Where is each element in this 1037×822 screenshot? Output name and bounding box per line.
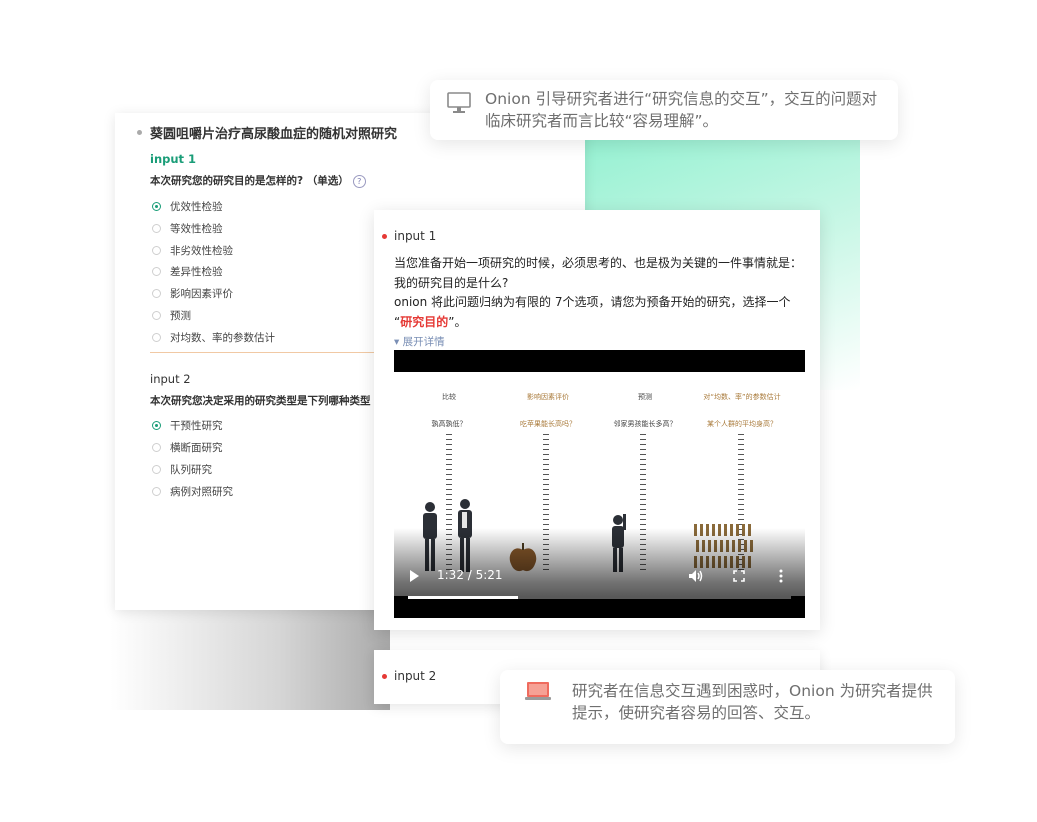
- red-dot-icon: [382, 673, 387, 679]
- play-icon[interactable]: [410, 570, 419, 582]
- bottom-callout-text: 研究者在信息交互遇到困惑时，Onion 为研究者提供提示，使研究者容易的回答、交…: [572, 682, 933, 722]
- fullscreen-icon[interactable]: [733, 570, 745, 582]
- video-controls: 1:32 / 5:21: [394, 558, 805, 618]
- option-label: 预测: [170, 310, 191, 322]
- radio-checked-icon[interactable]: [152, 421, 161, 430]
- option-label: 等效性检验: [170, 223, 223, 235]
- red-dot-icon: [382, 233, 387, 239]
- option-label: 差异性检验: [170, 266, 223, 278]
- study-title: 葵圆咀嚼片治疗高尿酸血症的随机对照研究: [150, 127, 398, 142]
- option-label: 优效性检验: [170, 201, 223, 213]
- laptop-icon: [525, 682, 551, 700]
- hint-input2-header: input 2: [382, 669, 436, 683]
- radio-option[interactable]: 对均数、率的参数估计: [152, 330, 275, 345]
- radio-icon[interactable]: [152, 487, 161, 496]
- bullet-dot: [137, 130, 142, 135]
- input1-question-text: 本次研究您的研究目的是怎样的? （单选）: [150, 175, 349, 187]
- input1-question: 本次研究您的研究目的是怎样的? （单选）?: [150, 173, 366, 188]
- video-col-question: 吃苹果能长高吗？: [520, 420, 576, 428]
- radio-option[interactable]: 等效性检验: [152, 221, 223, 236]
- hint-line1: 当您准备开始一项研究的时候，必须思考的、也是极为关键的一件事情就是：我的研究目的…: [394, 256, 803, 290]
- volume-icon[interactable]: [688, 569, 704, 583]
- input1-label: input 1: [150, 152, 197, 166]
- video-col-title: 对“均数、率”的参数估计: [703, 393, 781, 401]
- hint-line2: onion 将此问题归纳为有限的 7个选项，请您为预备开始的研究，选择一个 “研…: [394, 293, 804, 332]
- bottom-callout: 研究者在信息交互遇到困惑时，Onion 为研究者提供提示，使研究者容易的回答、交…: [500, 670, 955, 744]
- study-title-row: 葵圆咀嚼片治疗高尿酸血症的随机对照研究: [137, 123, 397, 142]
- hint-input1-header: input 1: [382, 229, 436, 243]
- video-col-question: 某个人群的平均身高？: [707, 420, 777, 428]
- option-label: 影响因素评价: [170, 288, 233, 300]
- radio-icon[interactable]: [152, 333, 161, 342]
- expand-label: 展开详情: [402, 336, 445, 348]
- video-col-title: 预测: [638, 393, 652, 401]
- option-label: 对均数、率的参数估计: [170, 332, 275, 344]
- hint-input2-label: input 2: [394, 669, 437, 683]
- more-options-icon[interactable]: [779, 569, 783, 583]
- option-label: 干预性研究: [170, 420, 223, 432]
- option-label: 病例对照研究: [170, 486, 233, 498]
- monitor-icon: [447, 92, 471, 113]
- option-label: 队列研究: [170, 464, 212, 476]
- help-icon[interactable]: ?: [352, 174, 366, 188]
- expand-details-link[interactable]: ▾ 展开详情: [394, 334, 445, 349]
- radio-icon[interactable]: [152, 443, 161, 452]
- radio-option[interactable]: 队列研究: [152, 462, 212, 477]
- video-col-question: 邻家男孩能长多高？: [613, 420, 677, 428]
- radio-option[interactable]: 病例对照研究: [152, 484, 233, 499]
- radio-icon[interactable]: [152, 246, 161, 255]
- input2-question: 本次研究您决定采用的研究类型是下列哪种类型: [150, 395, 371, 407]
- video-progress-fill: [408, 596, 518, 599]
- input2-label: input 2: [150, 372, 191, 386]
- radio-option[interactable]: 非劣效性检验: [152, 243, 233, 258]
- radio-icon[interactable]: [152, 311, 161, 320]
- radio-icon[interactable]: [152, 289, 161, 298]
- radio-option[interactable]: 干预性研究: [152, 418, 223, 433]
- radio-checked-icon[interactable]: [152, 202, 161, 211]
- option-label: 非劣效性检验: [170, 245, 233, 257]
- radio-option[interactable]: 优效性检验: [152, 199, 223, 214]
- radio-icon[interactable]: [152, 465, 161, 474]
- hint-line2-post: ”。: [448, 314, 467, 329]
- radio-icon[interactable]: [152, 224, 161, 233]
- video-player[interactable]: 比较 孰高孰低？ 影响因素评价 吃苹果能长高吗？ 预测 邻家男孩能长多高？ 对“…: [394, 350, 805, 618]
- video-col-title: 比较: [442, 393, 456, 401]
- top-callout: Onion 引导研究者进行“研究信息的交互”，交互的问题对临床研究者而言比较“容…: [430, 80, 898, 140]
- highlight-text: 研究目的: [400, 314, 449, 329]
- section-divider: [150, 352, 390, 353]
- radio-option[interactable]: 预测: [152, 308, 191, 323]
- top-callout-text: Onion 引导研究者进行“研究信息的交互”，交互的问题对临床研究者而言比较“容…: [485, 90, 878, 130]
- video-col-title: 影响因素评价: [527, 393, 569, 401]
- video-time: 1:32 / 5:21: [437, 568, 503, 582]
- video-progress-bar[interactable]: [408, 596, 791, 599]
- video-col-question: 孰高孰低？: [431, 420, 467, 428]
- radio-option[interactable]: 影响因素评价: [152, 286, 233, 301]
- radio-option[interactable]: 差异性检验: [152, 264, 223, 279]
- hint-input1-label: input 1: [394, 229, 437, 243]
- radio-option[interactable]: 横断面研究: [152, 440, 223, 455]
- hint-panel: input 1 当您准备开始一项研究的时候，必须思考的、也是极为关键的一件事情就…: [374, 210, 820, 630]
- option-label: 横断面研究: [170, 442, 223, 454]
- hint-paragraph: 当您准备开始一项研究的时候，必须思考的、也是极为关键的一件事情就是：我的研究目的…: [394, 254, 804, 332]
- radio-icon[interactable]: [152, 267, 161, 276]
